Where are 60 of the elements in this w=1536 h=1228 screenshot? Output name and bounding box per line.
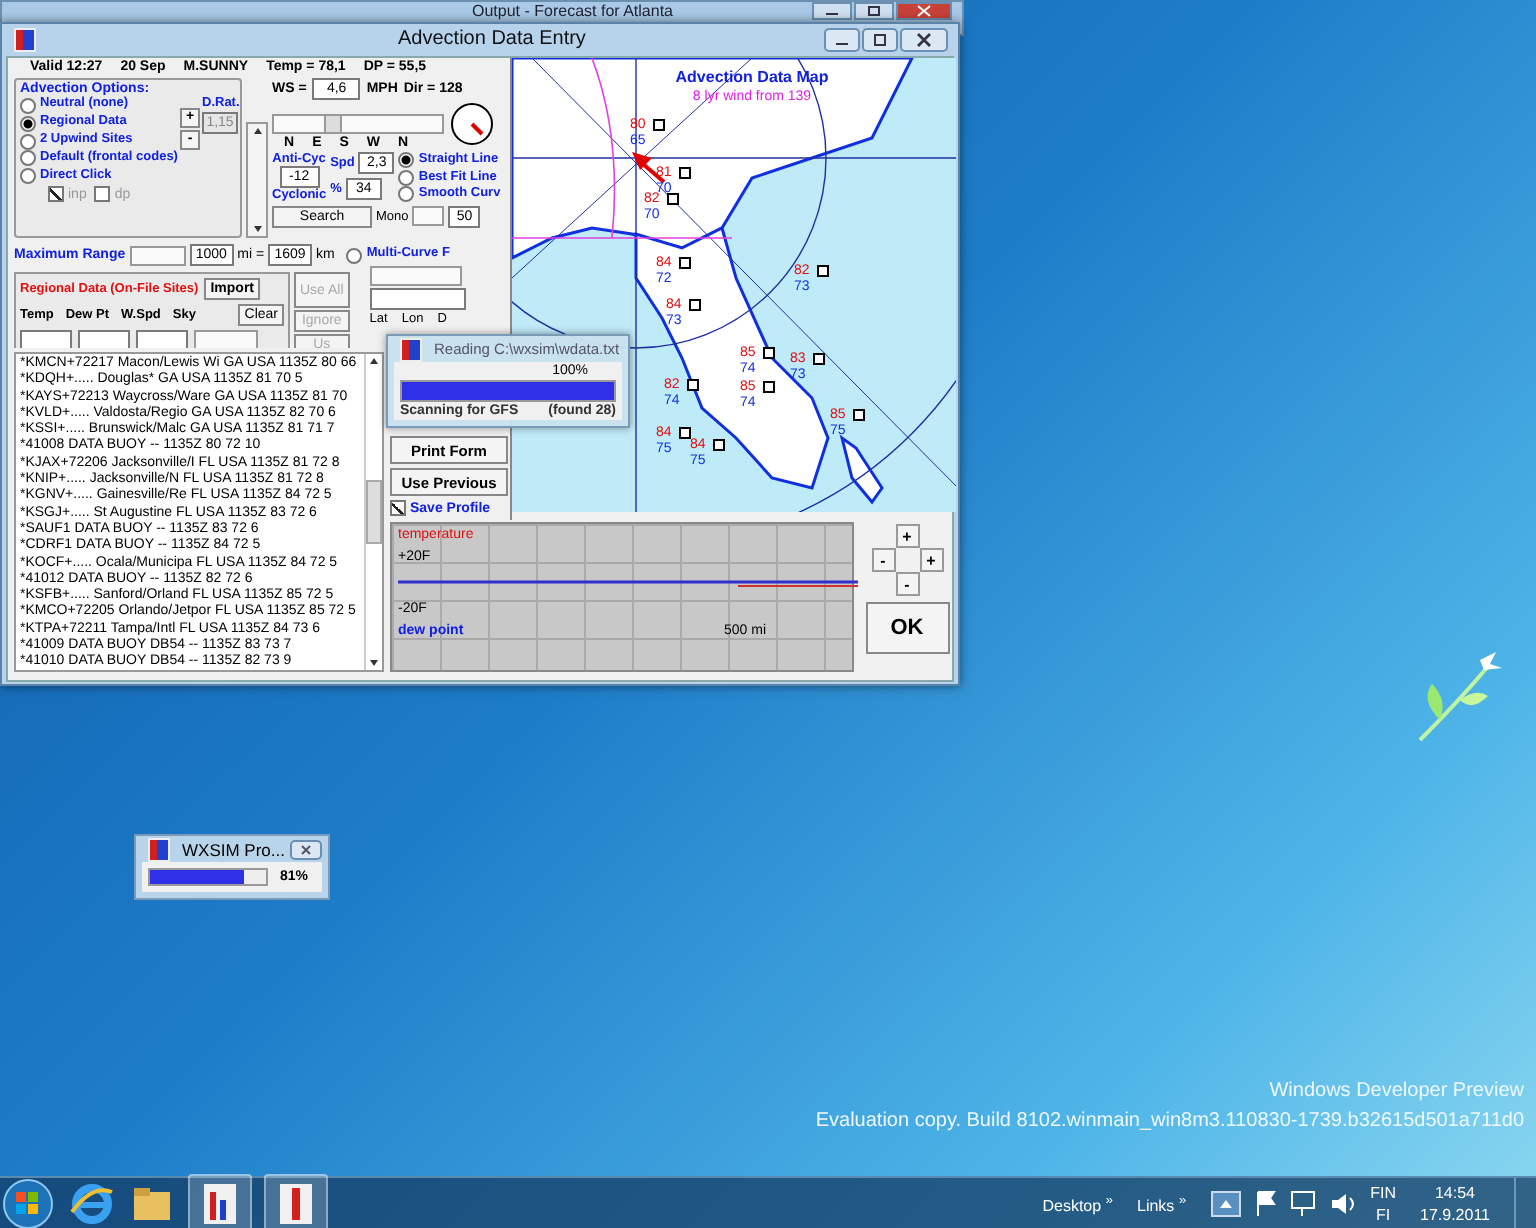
toolbar-label[interactable]: Desktop $^{»}$ bbox=[1042, 1193, 1113, 1215]
input-field[interactable] bbox=[78, 330, 130, 348]
station-marker bbox=[679, 427, 691, 439]
scrollbar[interactable] bbox=[129, 245, 186, 265]
station-marker bbox=[689, 299, 701, 311]
station-marker bbox=[763, 381, 775, 393]
window-title: WXSIM Pro... bbox=[182, 839, 286, 859]
zoom-button[interactable]: - bbox=[895, 572, 919, 596]
minimize-button[interactable] bbox=[824, 28, 860, 52]
scrollbar[interactable] bbox=[369, 266, 462, 286]
input-field[interactable] bbox=[136, 330, 188, 348]
station-marker bbox=[813, 353, 825, 365]
scrollbar[interactable] bbox=[364, 354, 382, 670]
speaker-icon[interactable] bbox=[1330, 1190, 1359, 1218]
window-title: Output - Forecast for Atlanta bbox=[472, 2, 673, 22]
language-indicator[interactable]: FI bbox=[1376, 1204, 1391, 1226]
input-field[interactable] bbox=[20, 330, 72, 348]
slider-thumb[interactable] bbox=[324, 116, 343, 132]
window-title: Advection Data Entry bbox=[398, 28, 586, 50]
app-icon bbox=[14, 28, 36, 52]
station-marker bbox=[667, 193, 679, 205]
maximize-button[interactable] bbox=[862, 28, 898, 52]
zoom-button[interactable]: + bbox=[895, 524, 919, 548]
station-marker bbox=[853, 409, 865, 421]
close-button[interactable] bbox=[900, 28, 948, 52]
minimize-button[interactable] bbox=[812, 2, 852, 20]
app-icon[interactable] bbox=[188, 1174, 252, 1228]
station-marker bbox=[679, 257, 691, 269]
scrollbar[interactable] bbox=[194, 330, 258, 348]
start-button[interactable] bbox=[0, 1178, 56, 1228]
station-marker bbox=[763, 347, 775, 359]
station-marker bbox=[679, 167, 691, 179]
zoom-button[interactable]: + bbox=[919, 548, 943, 572]
station-marker bbox=[687, 379, 699, 391]
scrollbar[interactable] bbox=[246, 122, 268, 238]
scrollbar[interactable] bbox=[412, 206, 445, 226]
language-indicator[interactable]: FIN bbox=[1370, 1182, 1396, 1204]
flag-icon[interactable] bbox=[1254, 1190, 1279, 1218]
close-button[interactable] bbox=[290, 839, 322, 859]
clock-time[interactable]: 14:54 bbox=[1434, 1182, 1476, 1204]
station-marker bbox=[713, 439, 725, 451]
input-field[interactable] bbox=[369, 288, 466, 310]
island-drawing bbox=[839, 434, 884, 505]
station-marker bbox=[653, 119, 665, 131]
network-icon[interactable] bbox=[1290, 1190, 1319, 1218]
browser-icon[interactable] bbox=[68, 1180, 116, 1228]
watermark-text: Windows Developer Preview bbox=[1267, 1078, 1524, 1106]
clock-date[interactable]: 17.9.2011 bbox=[1420, 1204, 1490, 1226]
maximize-button[interactable] bbox=[854, 2, 894, 20]
app-icon[interactable] bbox=[264, 1174, 328, 1228]
toolbar-label[interactable]: Links $^{»}$ bbox=[1137, 1193, 1187, 1215]
show-hidden-icons-icon[interactable] bbox=[1210, 1190, 1243, 1218]
station-marker bbox=[817, 265, 829, 277]
zoom-button[interactable]: - bbox=[871, 548, 895, 572]
watermark-text: Evaluation copy. Build 8102.winmain_win8m3.110830-1739.b32615d501a711d0 bbox=[815, 1108, 1524, 1136]
compass-icon bbox=[450, 102, 494, 146]
ok-button[interactable]: OK bbox=[865, 602, 949, 654]
close-button[interactable] bbox=[896, 2, 952, 20]
slider[interactable] bbox=[272, 114, 444, 134]
plant-drawing bbox=[1416, 652, 1504, 744]
